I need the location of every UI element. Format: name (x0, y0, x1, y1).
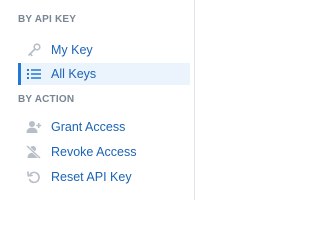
nav-item-label: All Keys (51, 67, 97, 81)
section-title-by-action: BY ACTION (18, 94, 75, 105)
list-icon (26, 66, 42, 82)
nav-item-reset-api-key[interactable]: Reset API Key (18, 166, 132, 188)
nav-item-all-keys[interactable]: All Keys (18, 63, 190, 85)
sidebar-divider (194, 0, 195, 200)
nav-item-my-key[interactable]: My Key (18, 39, 93, 61)
nav-item-revoke-access[interactable]: Revoke Access (18, 141, 136, 163)
section-title-by-api-key: BY API KEY (18, 14, 77, 25)
user-remove-icon (26, 144, 42, 160)
nav-item-label: Reset API Key (51, 170, 132, 184)
nav-item-label: My Key (51, 43, 93, 57)
nav-item-label: Revoke Access (51, 145, 137, 159)
key-icon (26, 42, 42, 58)
undo-icon (26, 169, 42, 185)
user-plus-icon (26, 119, 42, 135)
nav-item-grant-access[interactable]: Grant Access (18, 116, 125, 138)
nav-item-label: Grant Access (51, 120, 126, 134)
api-key-sidebar-nav: BY API KEY My Key All Keys BY ACTION Gra… (0, 0, 207, 200)
